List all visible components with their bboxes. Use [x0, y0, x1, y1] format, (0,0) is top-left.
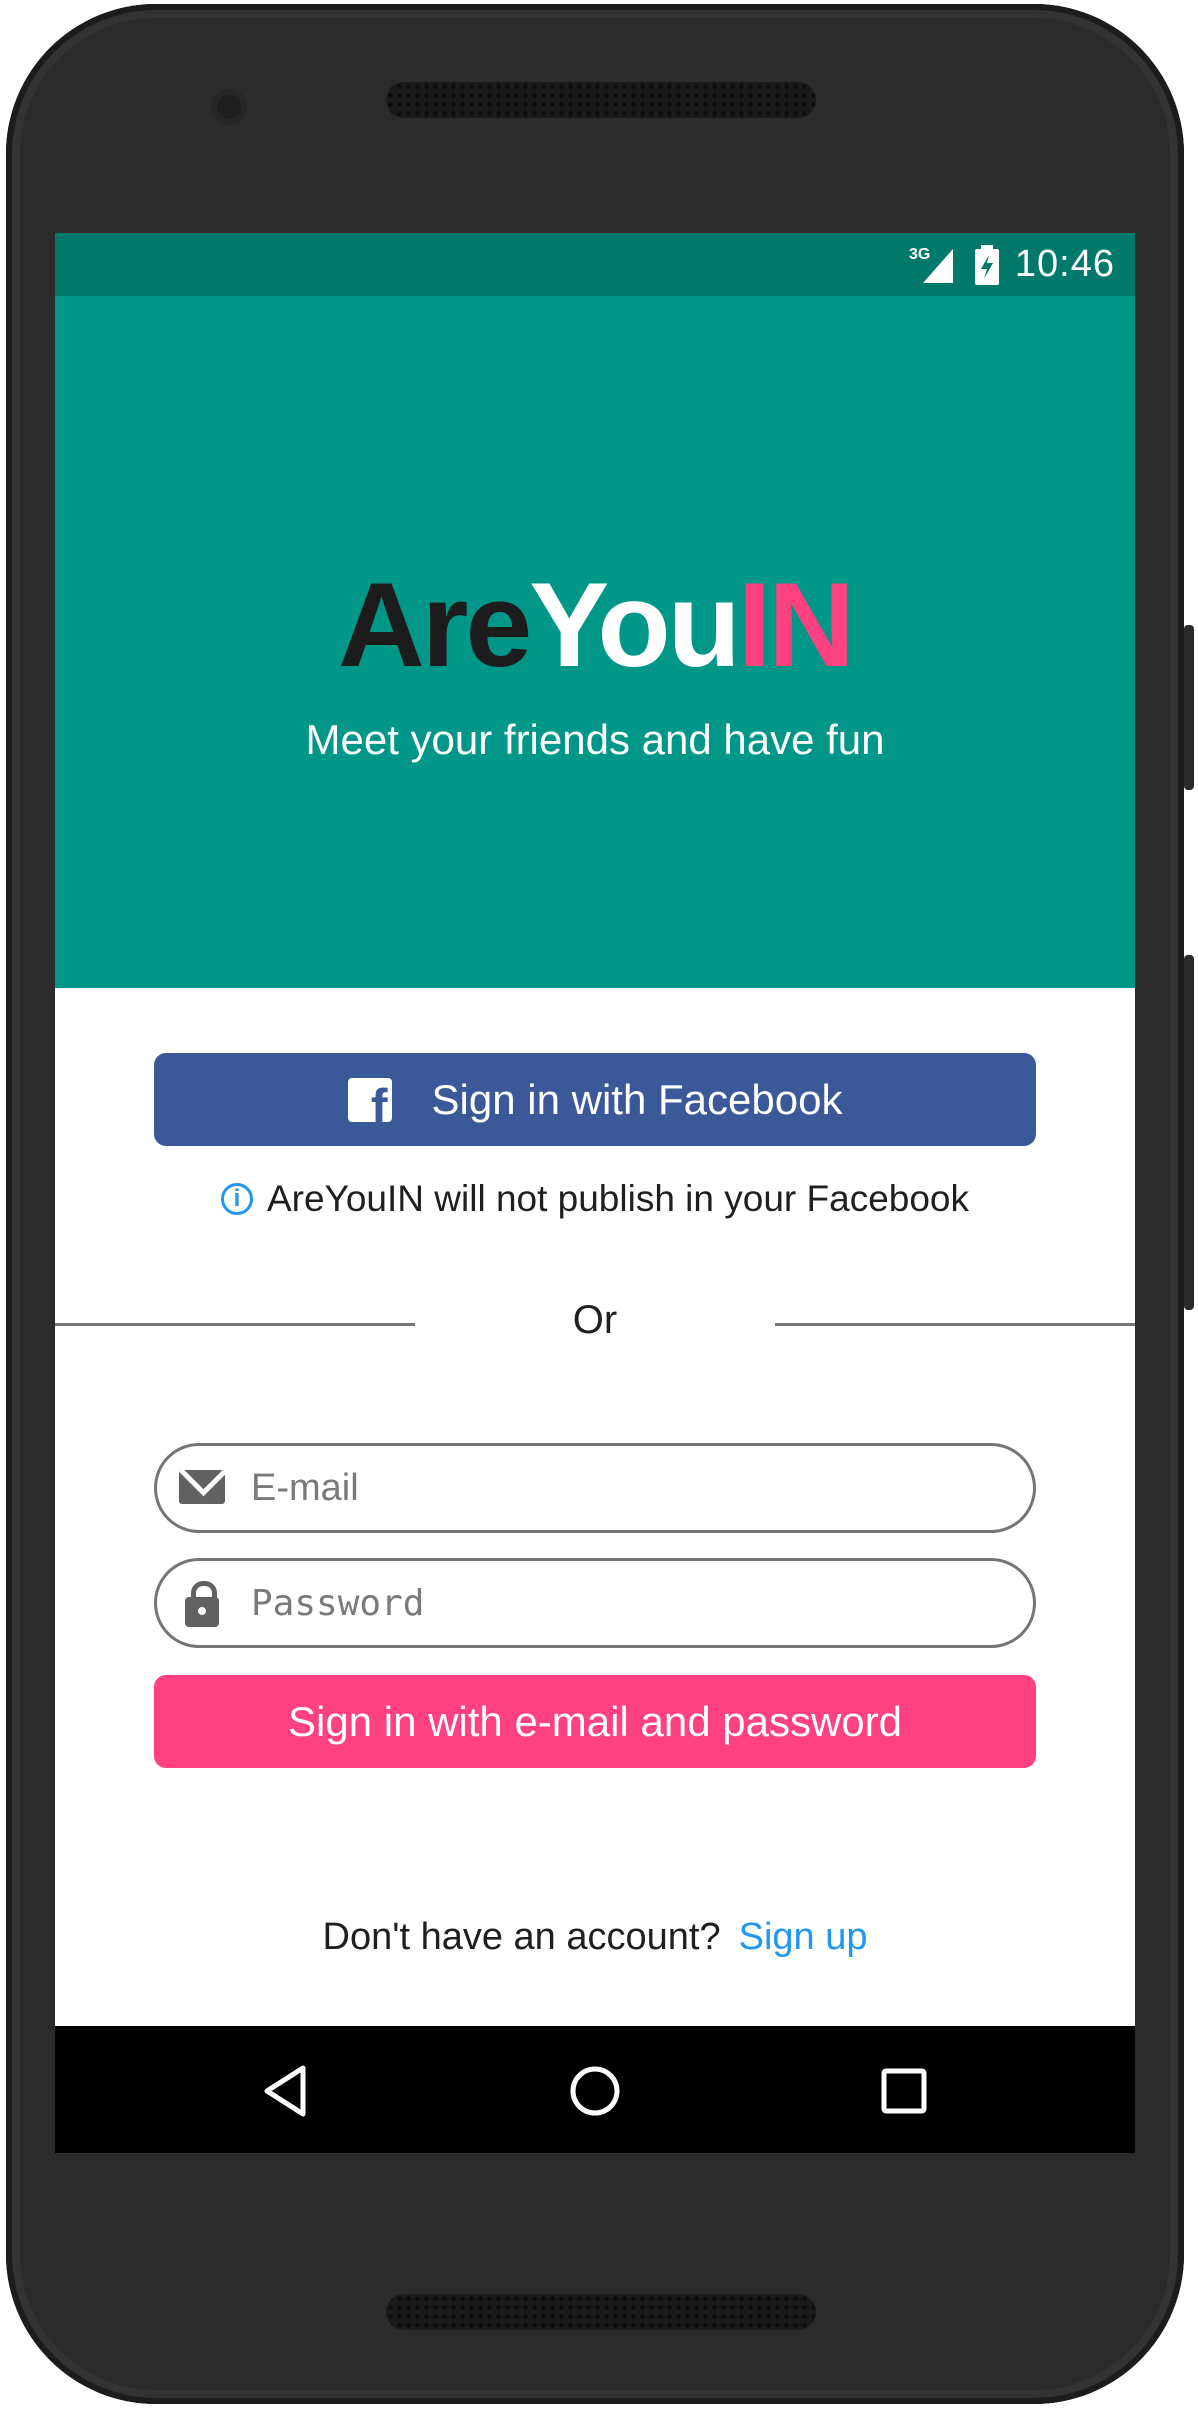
signup-link[interactable]: Sign up	[739, 1916, 868, 1958]
tagline: Meet your friends and have fun	[305, 716, 885, 763]
volume-button	[1184, 955, 1194, 1310]
password-field[interactable]	[154, 1558, 1036, 1648]
logo-part-you: You	[529, 558, 741, 692]
power-button	[1184, 625, 1194, 790]
front-camera	[211, 89, 247, 125]
email-signin-label: Sign in with e-mail and password	[288, 1697, 902, 1745]
clock: 10:46	[1014, 243, 1115, 285]
facebook-notice-text: AreYouIN will not publish in your Facebo…	[266, 1178, 970, 1219]
email-signin-button[interactable]: Sign in with e-mail and password	[154, 1675, 1036, 1768]
lock-icon	[179, 1581, 227, 1627]
or-divider-label: Or	[572, 1298, 618, 1342]
top-speaker	[386, 82, 816, 118]
navigation-bar	[55, 2026, 1135, 2153]
signup-row: Don't have an account? Sign up	[55, 1916, 1135, 1959]
email-field[interactable]	[154, 1443, 1036, 1533]
signal-icon: 3G	[909, 246, 953, 283]
logo-part-in: IN	[737, 558, 855, 692]
mail-icon	[179, 1468, 227, 1508]
logo-part-are: Are	[338, 558, 532, 692]
info-icon: i	[220, 1183, 253, 1215]
hero-banner: AreYouIN Meet your friends and have fun	[55, 296, 1135, 988]
email-input[interactable]	[249, 1465, 1033, 1511]
battery-icon	[974, 244, 999, 285]
password-input[interactable]	[249, 1581, 1033, 1625]
facebook-button-label: Sign in with Facebook	[431, 1075, 843, 1123]
facebook-notice: i AreYouIN will not publish in your Face…	[55, 1178, 1135, 1220]
status-bar: 3G 10:46	[55, 233, 1135, 296]
app-logo: AreYouIN	[55, 556, 1135, 694]
back-icon[interactable]	[259, 2064, 313, 2118]
facebook-icon: f	[347, 1077, 392, 1122]
facebook-signin-button[interactable]: f Sign in with Facebook	[154, 1053, 1036, 1146]
home-icon[interactable]	[568, 2064, 622, 2118]
signup-prompt: Don't have an account?	[322, 1916, 721, 1958]
bottom-speaker	[386, 2294, 816, 2330]
network-label: 3G	[909, 246, 930, 263]
recents-icon[interactable]	[877, 2064, 931, 2118]
screen: 3G 10:46 AreYouIN Meet your friends and …	[55, 233, 1135, 2153]
